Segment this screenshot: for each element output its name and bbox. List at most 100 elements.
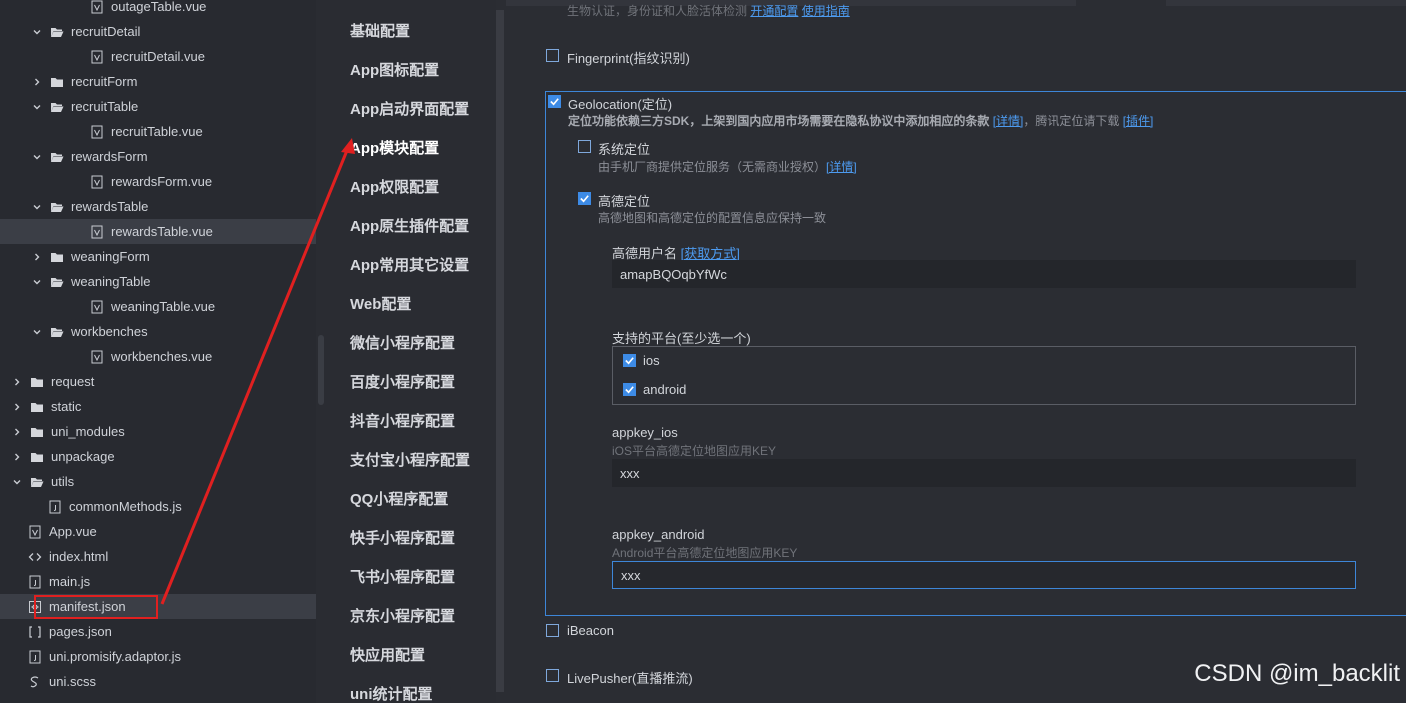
nav-item[interactable]: 快应用配置 — [350, 644, 425, 665]
explorer-item[interactable]: recruitDetail.vue — [0, 44, 316, 69]
chevron-down-icon[interactable] — [12, 477, 22, 487]
explorer-item[interactable]: recruitDetail — [0, 19, 316, 44]
nav-item[interactable]: 百度小程序配置 — [350, 371, 455, 392]
system-location-detail-link[interactable]: [详情] — [826, 160, 857, 174]
livepusher-label: LivePusher(直播推流) — [567, 671, 693, 686]
explorer-item[interactable]: weaningTable.vue — [0, 294, 316, 319]
explorer-item[interactable]: rewardsForm.vue — [0, 169, 316, 194]
geolocation-plugin-link[interactable]: [插件] — [1123, 114, 1154, 128]
nav-item[interactable]: 支付宝小程序配置 — [350, 449, 470, 470]
appkey-android-input[interactable]: xxx — [612, 561, 1356, 589]
chevron-down-icon[interactable] — [32, 202, 42, 212]
chevron-down-icon[interactable] — [32, 277, 42, 287]
explorer-item[interactable]: recruitForm — [0, 69, 316, 94]
system-location-checkbox[interactable] — [578, 140, 591, 153]
check-icon — [625, 357, 634, 365]
top-strip — [1166, 0, 1406, 6]
explorer-item[interactable]: unpackage — [0, 444, 316, 469]
chevron-right-icon[interactable] — [32, 77, 42, 87]
explorer-item[interactable]: uni.scss — [0, 669, 316, 694]
explorer-item-label: weaningForm — [71, 249, 150, 264]
nav-item[interactable]: Web配置 — [350, 293, 411, 314]
nav-item[interactable]: 飞书小程序配置 — [350, 566, 455, 587]
livepusher-checkbox[interactable] — [546, 669, 559, 682]
explorer-item[interactable]: pages.json — [0, 619, 316, 644]
explorer-item[interactable]: rewardsTable — [0, 194, 316, 219]
nav-item[interactable]: 基础配置 — [350, 20, 410, 41]
chevron-right-icon[interactable] — [12, 452, 22, 462]
explorer-item[interactable]: outageTable.vue — [0, 0, 316, 19]
explorer-item[interactable]: request — [0, 369, 316, 394]
check-icon — [550, 98, 559, 106]
explorer-item[interactable]: uni_modules — [0, 419, 316, 444]
explorer-item[interactable]: static — [0, 394, 316, 419]
chevron-right-icon[interactable] — [12, 427, 22, 437]
nav-item[interactable]: App常用其它设置 — [350, 254, 469, 275]
nav-item[interactable]: 抖音小程序配置 — [350, 410, 455, 431]
explorer-item[interactable]: uni.promisify.adaptor.js — [0, 644, 316, 669]
explorer-item[interactable]: utils — [0, 469, 316, 494]
nav-item[interactable]: 快手小程序配置 — [350, 527, 455, 548]
folder-open-file-icon — [50, 100, 64, 114]
vue-file-icon — [90, 225, 104, 239]
explorer-item[interactable]: main.js — [0, 569, 316, 594]
nav-item[interactable]: App图标配置 — [350, 59, 439, 80]
ibeacon-checkbox[interactable] — [546, 624, 559, 637]
explorer-item[interactable]: workbenches.vue — [0, 344, 316, 369]
chevron-down-icon[interactable] — [32, 327, 42, 337]
explorer-item[interactable]: commonMethods.js — [0, 494, 316, 519]
chevron-right-icon[interactable] — [12, 377, 22, 387]
folder-file-icon — [30, 400, 44, 414]
chevron-down-icon[interactable] — [32, 152, 42, 162]
explorer-item[interactable]: workbenches — [0, 319, 316, 344]
explorer-item[interactable]: rewardsForm — [0, 144, 316, 169]
folder-open-file-icon — [30, 475, 44, 489]
folder-file-icon — [30, 375, 44, 389]
folder-open-file-icon — [50, 150, 64, 164]
chevron-right-icon[interactable] — [12, 402, 22, 412]
geolocation-checkbox[interactable] — [548, 95, 561, 108]
explorer-item-label: utils — [51, 474, 75, 489]
platform-android-checkbox[interactable] — [623, 383, 636, 396]
vue-file-icon — [28, 525, 42, 539]
nav-item[interactable]: App原生插件配置 — [350, 215, 469, 236]
nav-item[interactable]: App权限配置 — [350, 176, 439, 197]
explorer-item[interactable]: index.html — [0, 544, 316, 569]
explorer-item-label: weaningTable.vue — [111, 299, 216, 314]
usage-guide-link[interactable]: 使用指南 — [802, 4, 850, 18]
explorer-item[interactable]: weaningForm — [0, 244, 316, 269]
nav-item[interactable]: uni统计配置 — [350, 683, 433, 703]
chevron-down-icon[interactable] — [32, 102, 42, 112]
explorer-item-label: rewardsTable.vue — [111, 224, 213, 239]
nav-item[interactable]: 京东小程序配置 — [350, 605, 455, 626]
nav-item[interactable]: QQ小程序配置 — [350, 488, 448, 509]
amap-username-input[interactable]: amapBQOqbYfWc — [612, 260, 1356, 288]
appkey-ios-input[interactable]: xxx — [612, 459, 1356, 487]
explorer-item[interactable]: recruitTable — [0, 94, 316, 119]
explorer-item-label: main.js — [49, 574, 91, 589]
explorer-item-label: App.vue — [49, 524, 97, 539]
explorer-item[interactable]: rewardsTable.vue — [0, 219, 316, 244]
nav-item[interactable]: App模块配置 — [350, 137, 439, 158]
explorer-item[interactable]: recruitTable.vue — [0, 119, 316, 144]
explorer-item-label: recruitForm — [71, 74, 138, 89]
explorer-item-label: workbenches — [71, 324, 148, 339]
amap-location-checkbox[interactable] — [578, 192, 591, 205]
html-file-icon — [28, 550, 42, 564]
open-config-link[interactable]: 开通配置 — [750, 4, 798, 18]
chevron-down-icon[interactable] — [32, 27, 42, 37]
nav-item[interactable]: App启动界面配置 — [350, 98, 469, 119]
explorer-item[interactable]: App.vue — [0, 519, 316, 544]
explorer-item[interactable]: weaningTable — [0, 269, 316, 294]
manifest-highlight-annotation — [34, 595, 158, 619]
chevron-right-icon[interactable] — [32, 252, 42, 262]
nav-scrollbar[interactable] — [496, 10, 504, 692]
fingerprint-checkbox[interactable] — [546, 49, 559, 62]
explorer-item-label: uni_modules — [51, 424, 125, 439]
amap-username-howto-link[interactable]: [获取方式] — [681, 246, 740, 261]
geolocation-desc-suffix: ，腾讯定位请下载 — [1023, 114, 1120, 128]
nav-item[interactable]: 微信小程序配置 — [350, 332, 455, 353]
explorer-scroll-thumb[interactable] — [318, 335, 324, 405]
geolocation-detail-link[interactable]: [详情] — [993, 114, 1024, 128]
platform-ios-checkbox[interactable] — [623, 354, 636, 367]
